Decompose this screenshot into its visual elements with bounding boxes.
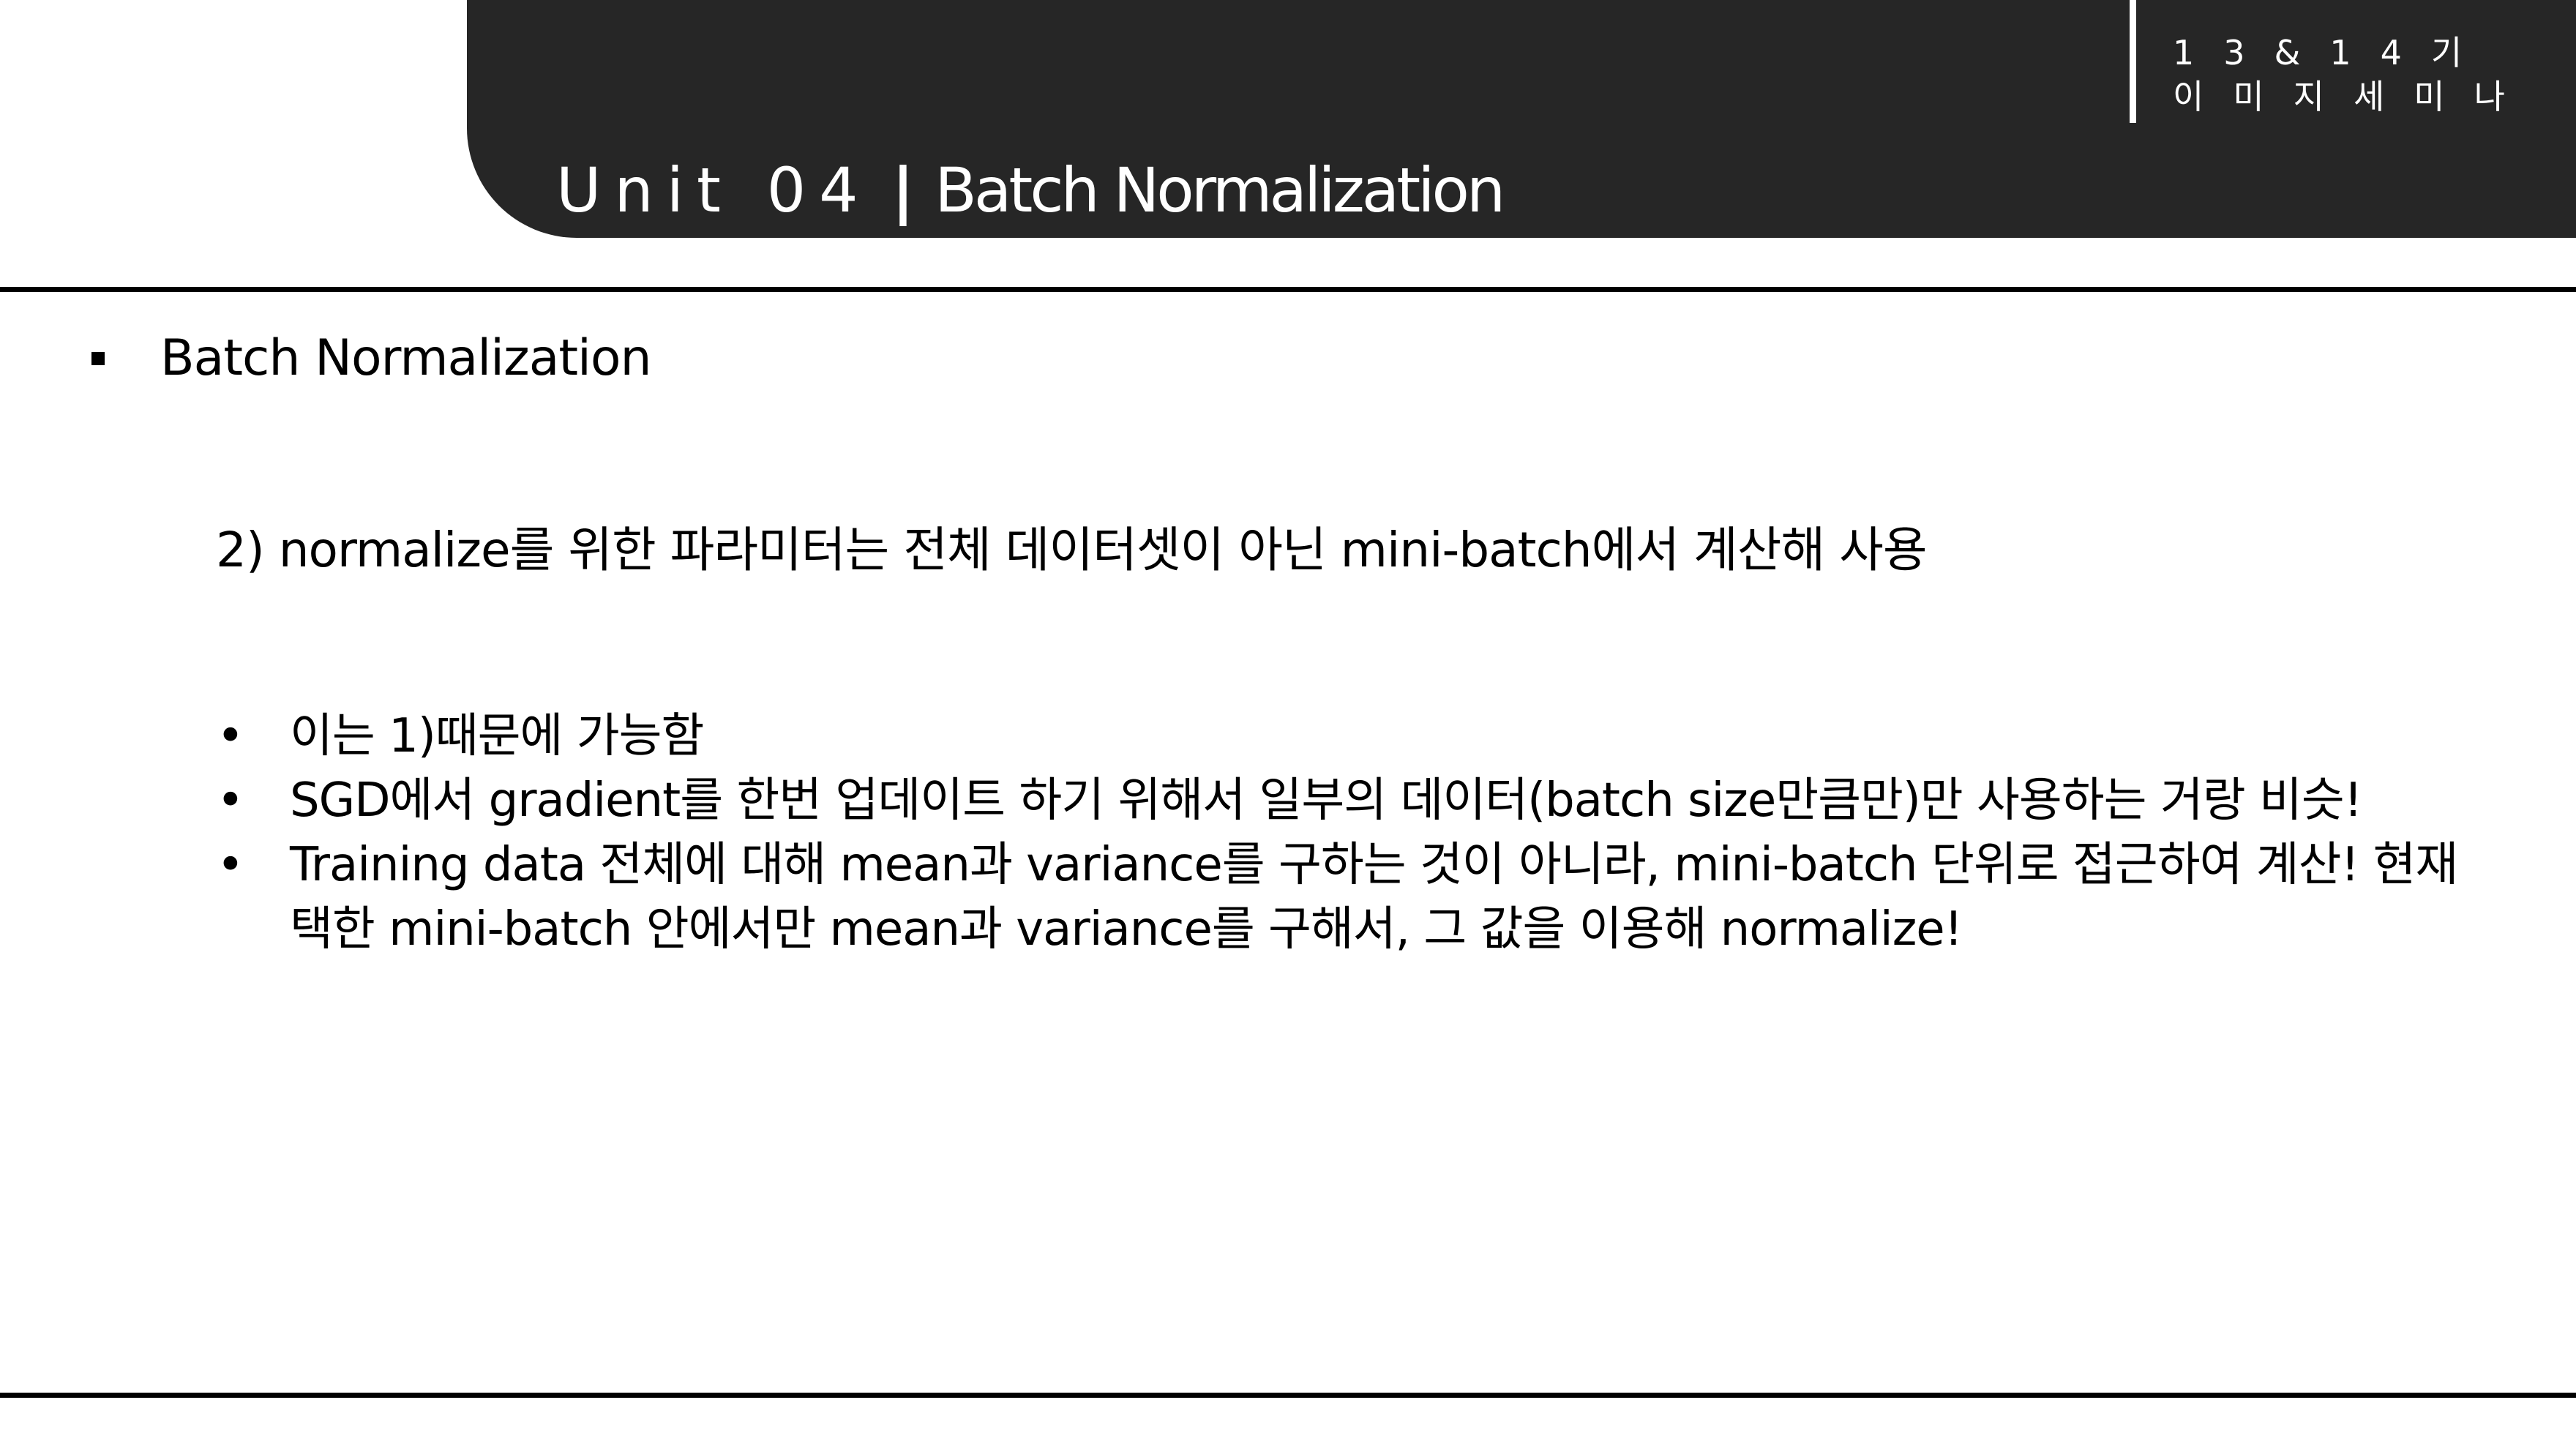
list-item: • Training data 전체에 대해 mean과 variance를 구… bbox=[212, 833, 2481, 962]
bullet-dot-icon: • bbox=[217, 774, 244, 828]
unit-name: Batch Normalization bbox=[935, 154, 1505, 226]
list-item: • 이는 1)때문에 가능함 bbox=[212, 704, 2481, 768]
section-heading: Batch Normalization bbox=[91, 329, 652, 387]
seminar-name: 이미지세미나 bbox=[2173, 77, 2534, 116]
bullet-dot-icon: • bbox=[217, 838, 244, 892]
unit-separator: | bbox=[891, 154, 915, 226]
unit-label: Unit 04 bbox=[556, 154, 872, 226]
bullet-dot-icon: • bbox=[217, 709, 244, 763]
bullet-text: SGD에서 gradient를 한번 업데이트 하기 위해서 일부의 데이터(b… bbox=[290, 774, 2362, 828]
seminar-cohort: 13&14기 bbox=[2173, 33, 2492, 72]
list-item: • SGD에서 gradient를 한번 업데이트 하기 위해서 일부의 데이터… bbox=[212, 768, 2481, 833]
bullet-text: Training data 전체에 대해 mean과 variance를 구하는… bbox=[290, 838, 2458, 956]
bullet-list: • 이는 1)때문에 가능함 • SGD에서 gradient를 한번 업데이트… bbox=[212, 704, 2481, 962]
bottom-divider bbox=[0, 1393, 2576, 1398]
square-bullet-icon bbox=[91, 351, 105, 365]
seminar-mark: 13&14기 이미지세미나 bbox=[2130, 0, 2534, 123]
bullet-text: 이는 1)때문에 가능함 bbox=[290, 709, 704, 763]
main-point: 2) normalize를 위한 파라미터는 전체 데이터셋이 아닌 mini-… bbox=[216, 522, 1928, 578]
section-title: Batch Normalization bbox=[160, 329, 652, 387]
unit-title: Unit 04 | Batch Normalization bbox=[556, 150, 1505, 231]
top-divider bbox=[0, 287, 2576, 292]
